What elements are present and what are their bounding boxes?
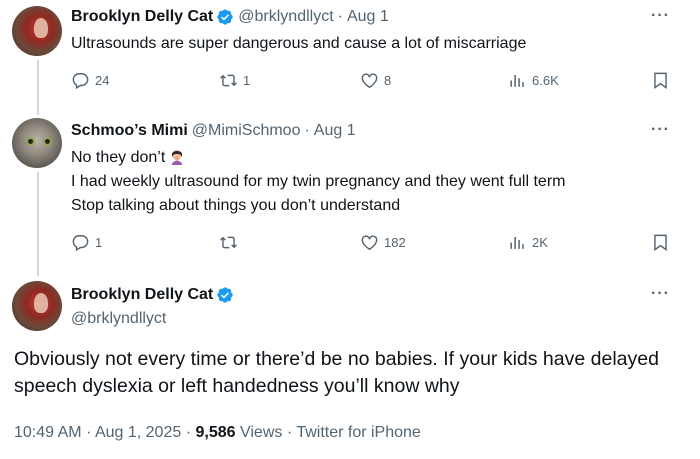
tweet-time[interactable]: 10:49 AM bbox=[14, 424, 82, 441]
reply-count: 1 bbox=[95, 235, 103, 250]
retweet-button[interactable]: 1 bbox=[219, 71, 250, 90]
like-button[interactable]: 8 bbox=[360, 71, 391, 90]
separator: · bbox=[304, 122, 310, 139]
main-author-handle-row: @brklyndllyct bbox=[71, 309, 166, 329]
reply-count: 24 bbox=[95, 73, 110, 88]
tweet-text-line-1: No they don’t bbox=[71, 149, 166, 166]
reply-icon bbox=[72, 73, 89, 90]
thread-line bbox=[37, 60, 39, 115]
retweet-icon bbox=[220, 236, 237, 249]
avatar-eye bbox=[43, 137, 52, 146]
reply-icon bbox=[72, 235, 89, 252]
retweet-button[interactable] bbox=[219, 233, 243, 252]
avatar-brooklyn[interactable] bbox=[12, 6, 62, 56]
views-icon bbox=[510, 236, 524, 249]
verified-badge-icon bbox=[217, 9, 233, 25]
avatar-mimi[interactable] bbox=[12, 118, 62, 168]
woman-facepalming-emoji-icon bbox=[172, 150, 183, 165]
views-count: 2K bbox=[532, 235, 548, 250]
main-tweet-text: Obviously not every time or there’d be n… bbox=[14, 348, 659, 397]
views-count: 9,586 bbox=[195, 424, 236, 441]
more-icon[interactable]: ··· bbox=[651, 285, 670, 303]
views-icon bbox=[510, 74, 524, 87]
author-handle[interactable]: @brklyndllyct bbox=[71, 309, 166, 329]
retweet-count: 1 bbox=[243, 73, 251, 88]
like-count: 8 bbox=[384, 73, 392, 88]
avatar-brooklyn[interactable] bbox=[12, 281, 62, 331]
tweet-text-line-3: Stop talking about things you don’t unde… bbox=[71, 197, 401, 214]
more-icon[interactable]: ··· bbox=[651, 121, 670, 139]
retweet-icon bbox=[220, 74, 237, 87]
separator: · bbox=[86, 424, 92, 441]
views-label: Views bbox=[239, 424, 283, 441]
reply-button[interactable]: 24 bbox=[71, 71, 109, 90]
like-icon bbox=[361, 235, 378, 251]
bookmark-icon bbox=[654, 234, 667, 252]
thread-line bbox=[37, 172, 39, 276]
client-link[interactable]: Twitter for iPhone bbox=[296, 424, 421, 441]
separator: · bbox=[337, 8, 343, 25]
more-icon[interactable]: ··· bbox=[651, 7, 670, 25]
tweet-actions: 24 1 8 6.6K bbox=[71, 71, 671, 91]
like-count: 182 bbox=[384, 235, 406, 250]
tweet-full-date[interactable]: Aug 1, 2025 bbox=[95, 424, 181, 441]
tweet-text-line: No they don’t bbox=[71, 147, 185, 168]
author-handle[interactable]: @MimiSchmoo bbox=[192, 121, 301, 141]
author-name[interactable]: Schmoo’s Mimi bbox=[71, 121, 188, 141]
like-button[interactable]: 182 bbox=[360, 233, 406, 252]
views-button[interactable]: 6.6K bbox=[508, 71, 559, 90]
tweet-actions: 1 182 2K bbox=[71, 233, 671, 253]
reply-button[interactable]: 1 bbox=[71, 233, 102, 252]
tweet-footer: 10:49 AM · Aug 1, 2025 · 9,586 Views · T… bbox=[14, 424, 421, 442]
bookmark-icon bbox=[654, 72, 667, 90]
avatar-eye bbox=[26, 137, 35, 146]
tweet-header: Schmoo’s Mimi @MimiSchmoo · Aug 1 bbox=[71, 121, 356, 141]
verified-badge-icon bbox=[217, 287, 233, 303]
tweet-text: Ultrasounds are super dangerous and caus… bbox=[71, 35, 527, 52]
tweet-date[interactable]: Aug 1 bbox=[347, 7, 389, 27]
author-name[interactable]: Brooklyn Delly Cat bbox=[71, 285, 213, 305]
bookmark-button[interactable] bbox=[651, 71, 675, 90]
views-count: 6.6K bbox=[532, 73, 559, 88]
tweet-header: Brooklyn Delly Cat @brklyndllyct · Aug 1 bbox=[71, 7, 389, 27]
separator: · bbox=[185, 424, 192, 441]
separator: · bbox=[286, 424, 293, 441]
main-author-name-row: Brooklyn Delly Cat bbox=[71, 285, 234, 305]
author-handle[interactable]: @brklyndllyct bbox=[238, 7, 333, 27]
views-button[interactable]: 2K bbox=[508, 233, 548, 252]
author-name[interactable]: Brooklyn Delly Cat bbox=[71, 7, 213, 27]
like-icon bbox=[361, 73, 378, 89]
tweet-text-line-2: I had weekly ultrasound for my twin preg… bbox=[71, 173, 566, 190]
bookmark-button[interactable] bbox=[651, 233, 675, 252]
tweet-date[interactable]: Aug 1 bbox=[314, 121, 356, 141]
